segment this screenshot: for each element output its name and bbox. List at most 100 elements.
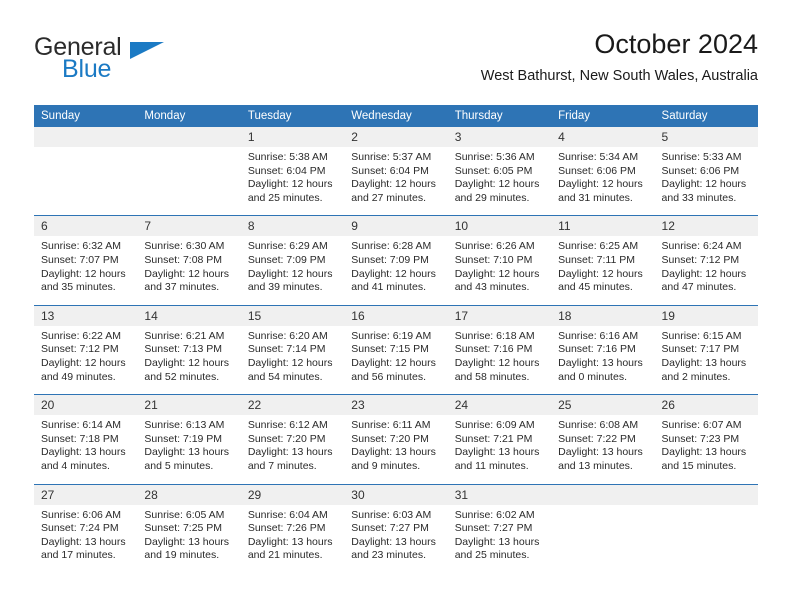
daylight-text-line2: and 31 minutes. xyxy=(558,191,633,204)
day-number[interactable]: 16 xyxy=(344,305,448,326)
day-cell[interactable]: Sunrise: 6:03 AM Sunset: 7:27 PM Dayligh… xyxy=(344,504,448,573)
day-cell[interactable]: Sunrise: 6:08 AM Sunset: 7:22 PM Dayligh… xyxy=(551,415,655,485)
sunset-text: Sunset: 7:09 PM xyxy=(247,253,326,266)
day-number[interactable]: 15 xyxy=(240,305,345,326)
day-cell[interactable]: Sunrise: 6:14 AM Sunset: 7:18 PM Dayligh… xyxy=(34,415,138,485)
day-cell[interactable]: Sunrise: 6:02 AM Sunset: 7:27 PM Dayligh… xyxy=(447,504,552,573)
general-blue-logo[interactable]: General Blue xyxy=(34,34,214,86)
sunset-text: Sunset: 7:20 PM xyxy=(247,432,326,445)
sunrise-text: Sunrise: 6:02 AM xyxy=(454,508,535,521)
day-cell[interactable]: Sunrise: 6:29 AM Sunset: 7:09 PM Dayligh… xyxy=(240,236,345,306)
day-cell[interactable]: Sunrise: 5:37 AM Sunset: 6:04 PM Dayligh… xyxy=(344,147,448,217)
day-cell[interactable]: Sunrise: 6:15 AM Sunset: 7:17 PM Dayligh… xyxy=(654,325,758,396)
daylight-text-line1: Daylight: 13 hours xyxy=(558,446,643,459)
day-cell[interactable] xyxy=(137,147,241,217)
day-cell[interactable]: Sunrise: 5:38 AM Sunset: 6:04 PM Dayligh… xyxy=(240,147,345,217)
day-number[interactable]: 9 xyxy=(344,215,448,237)
daylight-text-line1: Daylight: 13 hours xyxy=(247,535,333,548)
day-number[interactable]: 14 xyxy=(137,305,241,326)
day-cell[interactable] xyxy=(551,504,655,573)
day-cell[interactable] xyxy=(34,147,138,217)
day-number[interactable]: 8 xyxy=(240,215,345,237)
daylight-text-line1: Daylight: 12 hours xyxy=(351,356,436,369)
day-cell[interactable]: Sunrise: 5:36 AM Sunset: 6:05 PM Dayligh… xyxy=(447,147,552,217)
day-cell[interactable]: Sunrise: 6:11 AM Sunset: 7:20 PM Dayligh… xyxy=(344,415,448,485)
day-number[interactable]: 18 xyxy=(551,305,655,326)
dow-header-thursday: Thursday xyxy=(447,105,552,127)
day-number[interactable]: 31 xyxy=(447,484,552,505)
sunrise-text: Sunrise: 6:29 AM xyxy=(247,240,328,253)
day-cell[interactable]: Sunrise: 6:24 AM Sunset: 7:12 PM Dayligh… xyxy=(654,236,758,306)
day-cell[interactable]: Sunrise: 6:05 AM Sunset: 7:25 PM Dayligh… xyxy=(137,504,241,573)
day-number[interactable]: 13 xyxy=(34,305,138,326)
day-number[interactable]: 24 xyxy=(447,394,552,416)
day-cell[interactable]: Sunrise: 5:34 AM Sunset: 6:06 PM Dayligh… xyxy=(551,147,655,217)
day-number[interactable]: 11 xyxy=(551,215,655,237)
day-number[interactable] xyxy=(137,127,241,147)
day-number[interactable] xyxy=(551,484,655,505)
day-number[interactable]: 20 xyxy=(34,394,138,416)
day-number[interactable]: 12 xyxy=(654,215,758,237)
sunset-text: Sunset: 6:06 PM xyxy=(558,164,636,177)
day-cell[interactable]: Sunrise: 5:33 AM Sunset: 6:06 PM Dayligh… xyxy=(654,147,758,217)
day-number[interactable]: 5 xyxy=(654,127,758,147)
day-number[interactable] xyxy=(34,127,138,147)
daylight-text-line2: and 43 minutes. xyxy=(454,281,530,294)
sunrise-text: Sunrise: 6:30 AM xyxy=(144,240,225,253)
daylight-text-line2: and 21 minutes. xyxy=(247,549,323,562)
daylight-text-line1: Daylight: 12 hours xyxy=(454,178,540,191)
sunrise-text: Sunrise: 6:18 AM xyxy=(454,329,535,342)
day-number[interactable]: 23 xyxy=(344,394,448,416)
day-cell[interactable]: Sunrise: 6:28 AM Sunset: 7:09 PM Dayligh… xyxy=(344,236,448,306)
daylight-text-line2: and 17 minutes. xyxy=(41,549,116,562)
week-5-info-row: Sunrise: 6:06 AM Sunset: 7:24 PM Dayligh… xyxy=(34,504,758,573)
day-cell[interactable]: Sunrise: 6:09 AM Sunset: 7:21 PM Dayligh… xyxy=(447,415,552,485)
day-cell[interactable]: Sunrise: 6:19 AM Sunset: 7:15 PM Dayligh… xyxy=(344,325,448,396)
day-number[interactable]: 6 xyxy=(34,215,138,237)
sunrise-text: Sunrise: 6:06 AM xyxy=(41,508,121,521)
daylight-text-line1: Daylight: 13 hours xyxy=(144,535,230,548)
day-cell[interactable]: Sunrise: 6:13 AM Sunset: 7:19 PM Dayligh… xyxy=(137,415,241,485)
day-number[interactable]: 25 xyxy=(551,394,655,416)
day-cell[interactable]: Sunrise: 6:26 AM Sunset: 7:10 PM Dayligh… xyxy=(447,236,552,306)
day-number[interactable]: 21 xyxy=(137,394,241,416)
day-cell[interactable]: Sunrise: 6:07 AM Sunset: 7:23 PM Dayligh… xyxy=(654,415,758,485)
day-number[interactable]: 4 xyxy=(551,127,655,147)
day-number[interactable]: 19 xyxy=(654,305,758,326)
daylight-text-line1: Daylight: 12 hours xyxy=(41,267,126,280)
day-number[interactable]: 3 xyxy=(447,127,552,147)
day-number[interactable]: 22 xyxy=(240,394,345,416)
day-cell[interactable]: Sunrise: 6:22 AM Sunset: 7:12 PM Dayligh… xyxy=(34,325,138,396)
sunset-text: Sunset: 7:20 PM xyxy=(351,432,429,445)
day-cell[interactable] xyxy=(654,504,758,573)
daylight-text-line2: and 2 minutes. xyxy=(661,370,731,383)
day-number[interactable]: 7 xyxy=(137,215,241,237)
day-number[interactable]: 10 xyxy=(447,215,552,237)
daylight-text-line1: Daylight: 12 hours xyxy=(661,267,747,280)
day-number[interactable]: 27 xyxy=(34,484,138,505)
day-cell[interactable]: Sunrise: 6:32 AM Sunset: 7:07 PM Dayligh… xyxy=(34,236,138,306)
day-cell[interactable]: Sunrise: 6:20 AM Sunset: 7:14 PM Dayligh… xyxy=(240,325,345,396)
day-number[interactable]: 17 xyxy=(447,305,552,326)
day-number[interactable] xyxy=(654,484,758,505)
day-cell[interactable]: Sunrise: 6:06 AM Sunset: 7:24 PM Dayligh… xyxy=(34,504,138,573)
daylight-text-line1: Daylight: 12 hours xyxy=(144,267,230,280)
daylight-text-line2: and 5 minutes. xyxy=(144,459,214,472)
sunset-text: Sunset: 7:07 PM xyxy=(41,253,119,266)
day-cell[interactable]: Sunrise: 6:18 AM Sunset: 7:16 PM Dayligh… xyxy=(447,325,552,396)
day-cell[interactable]: Sunrise: 6:21 AM Sunset: 7:13 PM Dayligh… xyxy=(137,325,241,396)
day-number[interactable]: 2 xyxy=(344,127,448,147)
day-cell[interactable]: Sunrise: 6:12 AM Sunset: 7:20 PM Dayligh… xyxy=(240,415,345,485)
sunset-text: Sunset: 6:04 PM xyxy=(247,164,326,177)
day-number[interactable]: 28 xyxy=(137,484,241,505)
day-number[interactable]: 1 xyxy=(240,127,345,147)
daylight-text-line1: Daylight: 13 hours xyxy=(41,446,126,459)
day-cell[interactable]: Sunrise: 6:04 AM Sunset: 7:26 PM Dayligh… xyxy=(240,504,345,573)
day-cell[interactable]: Sunrise: 6:25 AM Sunset: 7:11 PM Dayligh… xyxy=(551,236,655,306)
day-number[interactable]: 30 xyxy=(344,484,448,505)
day-number[interactable]: 29 xyxy=(240,484,345,505)
daylight-text-line2: and 58 minutes. xyxy=(454,370,530,383)
day-number[interactable]: 26 xyxy=(654,394,758,416)
day-cell[interactable]: Sunrise: 6:16 AM Sunset: 7:16 PM Dayligh… xyxy=(551,325,655,396)
day-cell[interactable]: Sunrise: 6:30 AM Sunset: 7:08 PM Dayligh… xyxy=(137,236,241,306)
